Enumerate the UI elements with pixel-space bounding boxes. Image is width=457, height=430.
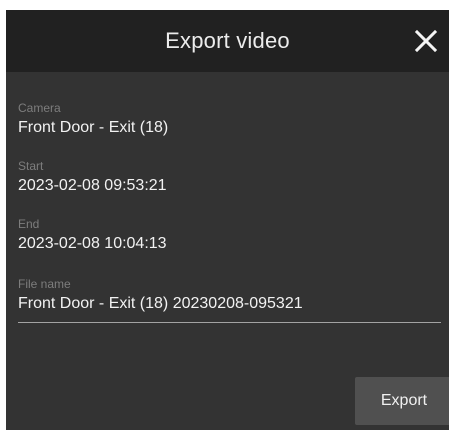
end-value: 2023-02-08 10:04:13 <box>18 235 167 252</box>
end-field: End 2023-02-08 10:04:13 <box>18 217 438 254</box>
close-button[interactable] <box>409 24 443 58</box>
camera-value: Front Door - Exit (18) <box>18 119 169 136</box>
file-name-input[interactable]: Front Door - Exit (18) 20230208-095321 <box>18 294 441 323</box>
end-label: End <box>18 217 40 231</box>
camera-label: Camera <box>18 101 61 115</box>
export-video-dialog: Export video Camera Front Door - Exit (1… <box>6 10 449 430</box>
dialog-title: Export video <box>165 28 290 53</box>
start-label: Start <box>18 159 44 173</box>
camera-field: Camera Front Door - Exit (18) <box>18 101 438 138</box>
start-field: Start 2023-02-08 09:53:21 <box>18 159 438 196</box>
file-name-label: File name <box>18 277 71 291</box>
dialog-header: Export video <box>6 10 449 72</box>
close-icon <box>414 29 438 53</box>
export-button[interactable]: Export <box>355 377 449 425</box>
file-name-field: File name Front Door - Exit (18) 2023020… <box>18 277 441 323</box>
start-value: 2023-02-08 09:53:21 <box>18 177 167 194</box>
